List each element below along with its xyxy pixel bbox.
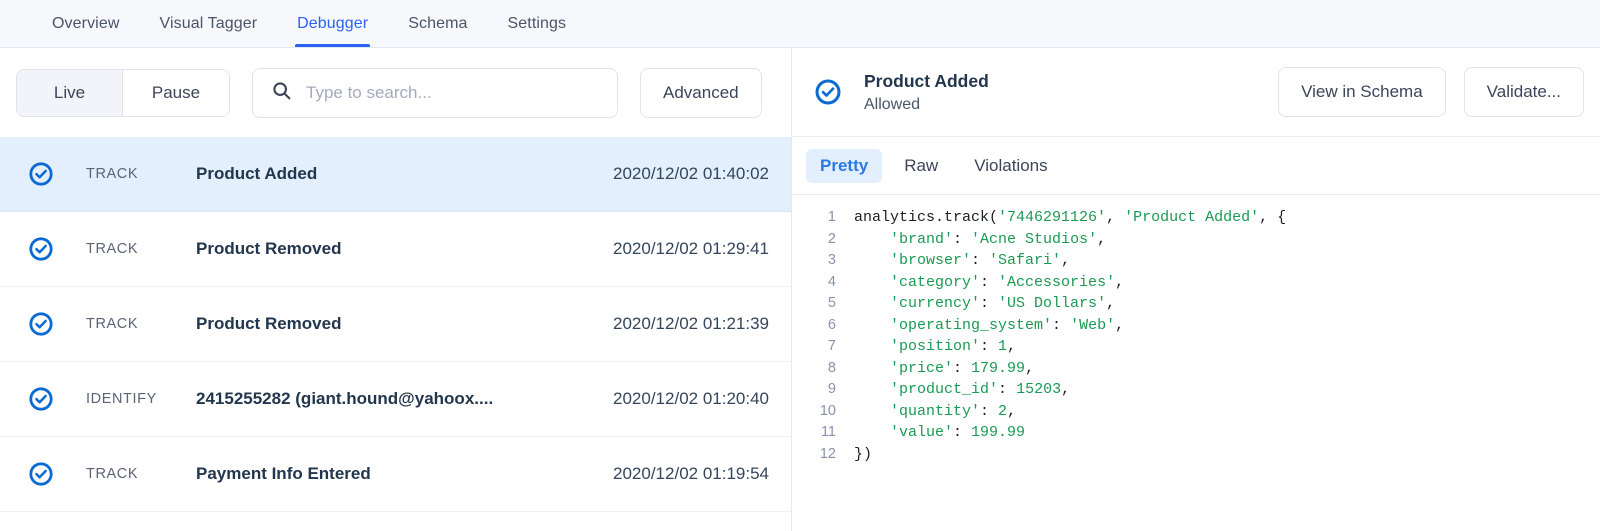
event-stream-panel: Live Pause Advanced TRACKProduct Added20… bbox=[0, 48, 792, 531]
tab-violations[interactable]: Violations bbox=[960, 149, 1061, 183]
code-line: 1analytics.track('7446291126', 'Product … bbox=[792, 209, 1600, 231]
line-number: 11 bbox=[792, 424, 854, 440]
event-name: Product Removed bbox=[196, 314, 541, 334]
event-name: Product Added bbox=[196, 164, 541, 184]
event-type: TRACK bbox=[86, 466, 196, 482]
check-circle-icon bbox=[28, 311, 86, 337]
live-pause-toggle[interactable]: Live Pause bbox=[16, 69, 230, 117]
code-line: 6 'operating_system': 'Web', bbox=[792, 317, 1600, 339]
content-split: Live Pause Advanced TRACKProduct Added20… bbox=[0, 48, 1600, 531]
code-line: 11 'value': 199.99 bbox=[792, 424, 1600, 446]
code-text: 'currency': 'US Dollars', bbox=[854, 295, 1115, 312]
table-row[interactable]: TRACKProduct Added2020/12/02 01:40:02 bbox=[0, 137, 791, 212]
search-input[interactable] bbox=[306, 83, 599, 103]
check-circle-icon bbox=[28, 161, 86, 187]
table-row[interactable]: TRACKProduct Removed2020/12/02 01:29:41 bbox=[0, 212, 791, 287]
live-button[interactable]: Live bbox=[17, 70, 123, 116]
event-name: Payment Info Entered bbox=[196, 464, 541, 484]
detail-actions: View in Schema Validate... bbox=[1278, 67, 1584, 117]
view-in-schema-button[interactable]: View in Schema bbox=[1278, 67, 1446, 117]
advanced-button[interactable]: Advanced bbox=[640, 68, 762, 118]
code-text: 'category': 'Accessories', bbox=[854, 274, 1124, 291]
code-line: 7 'position': 1, bbox=[792, 338, 1600, 360]
code-text: 'quantity': 2, bbox=[854, 403, 1016, 420]
check-circle-icon bbox=[28, 386, 86, 412]
pause-button[interactable]: Pause bbox=[123, 70, 229, 116]
search-icon bbox=[271, 80, 292, 106]
code-text: }) bbox=[854, 446, 872, 463]
event-timestamp: 2020/12/02 01:21:39 bbox=[541, 314, 791, 334]
event-timestamp: 2020/12/02 01:19:54 bbox=[541, 464, 791, 484]
code-line: 3 'browser': 'Safari', bbox=[792, 252, 1600, 274]
check-circle-icon bbox=[28, 236, 86, 262]
line-number: 12 bbox=[792, 446, 854, 462]
tab-raw[interactable]: Raw bbox=[890, 149, 952, 183]
code-text: 'product_id': 15203, bbox=[854, 381, 1070, 398]
debugger-page: OverviewVisual TaggerDebuggerSchemaSetti… bbox=[0, 0, 1600, 531]
nav-tab-settings[interactable]: Settings bbox=[488, 0, 587, 47]
main-nav: OverviewVisual TaggerDebuggerSchemaSetti… bbox=[0, 0, 1600, 48]
code-line: 12}) bbox=[792, 446, 1600, 468]
code-line: 9 'product_id': 15203, bbox=[792, 381, 1600, 403]
search-box[interactable] bbox=[252, 68, 618, 118]
line-number: 5 bbox=[792, 295, 854, 311]
nav-tab-overview[interactable]: Overview bbox=[32, 0, 139, 47]
line-number: 9 bbox=[792, 381, 854, 397]
line-number: 4 bbox=[792, 274, 854, 290]
event-timestamp: 2020/12/02 01:40:02 bbox=[541, 164, 791, 184]
line-number: 3 bbox=[792, 252, 854, 268]
validate-button[interactable]: Validate... bbox=[1464, 67, 1584, 117]
detail-title-block: Product Added Allowed bbox=[864, 71, 1262, 114]
event-type: TRACK bbox=[86, 316, 196, 332]
event-timestamp: 2020/12/02 01:29:41 bbox=[541, 239, 791, 259]
payload-code-view: 1analytics.track('7446291126', 'Product … bbox=[792, 195, 1600, 531]
code-text: 'brand': 'Acne Studios', bbox=[854, 231, 1106, 248]
event-name: Product Removed bbox=[196, 239, 541, 259]
code-text: 'browser': 'Safari', bbox=[854, 252, 1070, 269]
table-row[interactable]: TRACKProduct Removed2020/12/02 01:21:39 bbox=[0, 287, 791, 362]
nav-tab-visual-tagger[interactable]: Visual Tagger bbox=[139, 0, 277, 47]
line-number: 7 bbox=[792, 338, 854, 354]
event-type: TRACK bbox=[86, 241, 196, 257]
payload-tabs: PrettyRawViolations bbox=[792, 137, 1600, 195]
code-line: 4 'category': 'Accessories', bbox=[792, 274, 1600, 296]
stream-toolbar: Live Pause Advanced bbox=[0, 48, 791, 137]
event-type: TRACK bbox=[86, 166, 196, 182]
event-detail-panel: Product Added Allowed View in Schema Val… bbox=[792, 48, 1600, 531]
table-row[interactable]: IDENTIFY2415255282 (giant.hound@yahoox..… bbox=[0, 362, 791, 437]
check-circle-icon bbox=[28, 461, 86, 487]
event-timestamp: 2020/12/02 01:20:40 bbox=[541, 389, 791, 409]
detail-header: Product Added Allowed View in Schema Val… bbox=[792, 48, 1600, 137]
code-text: analytics.track('7446291126', 'Product A… bbox=[854, 209, 1286, 226]
event-list: TRACKProduct Added2020/12/02 01:40:02TRA… bbox=[0, 137, 791, 531]
detail-title: Product Added bbox=[864, 71, 1262, 92]
tab-pretty[interactable]: Pretty bbox=[806, 149, 882, 183]
line-number: 8 bbox=[792, 360, 854, 376]
detail-status: Allowed bbox=[864, 96, 1262, 114]
event-name: 2415255282 (giant.hound@yahoox.... bbox=[196, 389, 541, 409]
code-text: 'price': 179.99, bbox=[854, 360, 1034, 377]
code-text: 'position': 1, bbox=[854, 338, 1016, 355]
line-number: 1 bbox=[792, 209, 854, 225]
code-line: 10 'quantity': 2, bbox=[792, 403, 1600, 425]
table-row[interactable]: TRACKPayment Info Entered2020/12/02 01:1… bbox=[0, 437, 791, 512]
line-number: 6 bbox=[792, 317, 854, 333]
code-line: 2 'brand': 'Acne Studios', bbox=[792, 231, 1600, 253]
code-text: 'value': 199.99 bbox=[854, 424, 1025, 441]
check-circle-icon bbox=[814, 78, 848, 106]
nav-tab-debugger[interactable]: Debugger bbox=[277, 0, 388, 47]
code-text: 'operating_system': 'Web', bbox=[854, 317, 1124, 334]
event-type: IDENTIFY bbox=[86, 391, 196, 407]
line-number: 2 bbox=[792, 231, 854, 247]
line-number: 10 bbox=[792, 403, 854, 419]
code-line: 5 'currency': 'US Dollars', bbox=[792, 295, 1600, 317]
code-line: 8 'price': 179.99, bbox=[792, 360, 1600, 382]
nav-tab-schema[interactable]: Schema bbox=[388, 0, 487, 47]
